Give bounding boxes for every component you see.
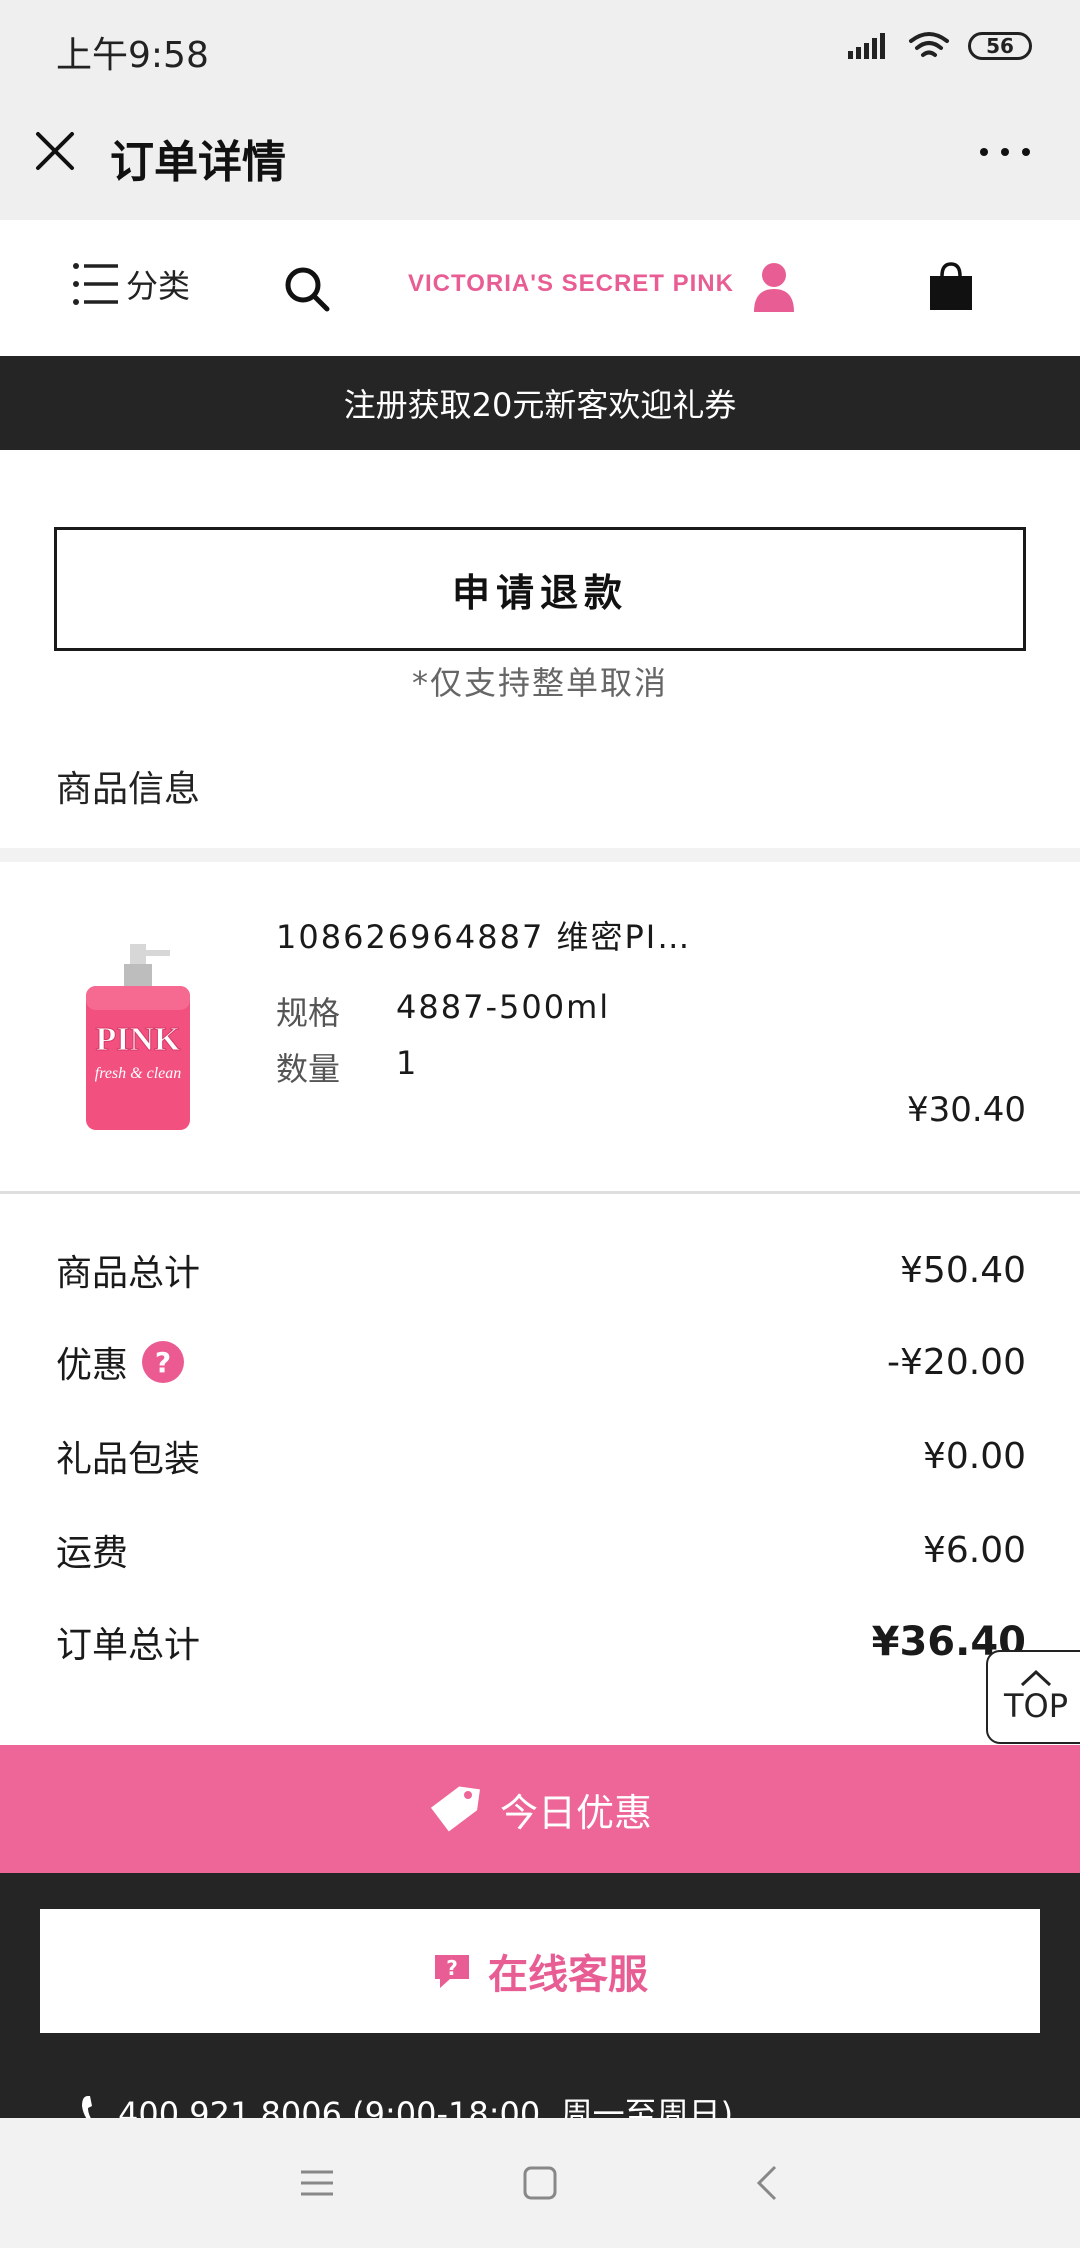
qty-label: 数量 [276, 1050, 341, 1088]
back-to-top-button[interactable]: TOP [986, 1650, 1080, 1744]
title-bar: 订单详情 [0, 96, 1080, 220]
recent-apps-button[interactable] [292, 2158, 342, 2208]
menu-icon [73, 263, 118, 305]
search-icon[interactable] [282, 264, 332, 314]
phone-icon [82, 2096, 96, 2118]
product-image[interactable]: PINK fresh & clean [78, 942, 198, 1132]
category-menu-label: 分类 [126, 267, 191, 305]
section-divider [0, 848, 1080, 862]
home-button[interactable] [515, 2158, 565, 2208]
home-icon [523, 2166, 557, 2200]
qty-value: 1 [396, 1044, 419, 1082]
gift-wrap-row: 礼品包装 ¥0.00 [56, 1430, 1026, 1482]
brand-logo[interactable]: VICTORIA'S SECRET PINK [408, 270, 734, 298]
product-divider [0, 1191, 1080, 1194]
signal-icon [848, 33, 885, 59]
order-total-label: 订单总计 [56, 1625, 201, 1666]
page-title: 订单详情 [110, 137, 286, 188]
hotline[interactable]: 400 921 8006 (9:00-18:00, 周一至周日) [80, 2089, 733, 2118]
promo-banner[interactable]: 注册获取20元新客欢迎礼券 [0, 356, 1080, 450]
back-to-top-label: TOP [1003, 1687, 1069, 1725]
discount-row: 优惠 ? -¥20.00 [56, 1336, 1026, 1388]
shipping-row: 运费 ¥6.00 [56, 1524, 1026, 1576]
spec-value: 4887-500ml [396, 988, 611, 1026]
gift-wrap-value: ¥0.00 [922, 1435, 1026, 1477]
product-qty-row: 数量 1 [276, 1044, 418, 1090]
product-image-label: PINK [96, 1021, 182, 1058]
more-button[interactable] [970, 132, 1040, 172]
category-menu-button[interactable]: 分类 [72, 260, 190, 308]
account-icon[interactable] [752, 262, 796, 312]
status-icons: 56 [848, 30, 1032, 62]
close-icon [36, 132, 74, 170]
svg-text:?: ? [446, 1956, 458, 1980]
todays-deals-label: 今日优惠 [499, 1790, 652, 1835]
refund-note: *仅支持整单取消 [411, 664, 668, 702]
hotline-text: 400 921 8006 (9:00-18:00, 周一至周日) [118, 2095, 734, 2118]
product-price: ¥30.40 [907, 1090, 1026, 1130]
spec-label: 规格 [276, 994, 341, 1032]
back-button[interactable] [742, 2158, 792, 2208]
subtotal-label: 商品总计 [56, 1253, 201, 1294]
subtotal-value: ¥50.40 [900, 1249, 1026, 1291]
product-image-sublabel: fresh & clean [95, 1065, 182, 1082]
shipping-label: 运费 [56, 1533, 129, 1574]
product-name[interactable]: 108626964887 维密PI… [276, 912, 691, 958]
online-support-button[interactable]: ? 在线客服 [40, 1909, 1040, 2033]
system-nav-bar [0, 2118, 1080, 2248]
product-item[interactable]: PINK fresh & clean 108626964887 维密PI… 规格… [0, 862, 1080, 1192]
todays-deals-button[interactable]: 今日优惠 [0, 1745, 1080, 1873]
more-icon [980, 148, 1030, 156]
status-bar: 上午9:58 56 [0, 0, 1080, 96]
gift-wrap-label: 礼品包装 [56, 1439, 201, 1480]
product-spec-row: 规格 4887-500ml [276, 988, 610, 1034]
online-support-label: 在线客服 [488, 1952, 648, 1998]
order-total-row: 订单总计 ¥36.40 [56, 1616, 1026, 1668]
shopping-bag-icon[interactable] [926, 260, 976, 312]
close-button[interactable] [30, 126, 80, 176]
shipping-value: ¥6.00 [922, 1529, 1026, 1571]
product-info-heading: 商品信息 [56, 769, 201, 810]
store-nav: 分类 VICTORIA'S SECRET PINK [0, 220, 1080, 356]
wifi-icon [909, 32, 949, 57]
discount-value: -¥20.00 [887, 1341, 1026, 1383]
recent-apps-icon [301, 2170, 333, 2196]
refund-button[interactable]: 申请退款 [54, 527, 1026, 651]
back-icon [756, 2165, 777, 2201]
discount-label: 优惠 [56, 1345, 129, 1386]
help-icon[interactable]: ? [142, 1341, 185, 1383]
tag-icon [430, 1786, 480, 1832]
status-time: 上午9:58 [56, 35, 209, 76]
chevron-up-icon [1020, 1669, 1052, 1687]
chat-help-icon: ? [435, 1955, 469, 1988]
battery-icon: 56 [968, 32, 1032, 60]
footer: ? 在线客服 400 921 8006 (9:00-18:00, 周一至周日) [0, 1873, 1080, 2118]
subtotal-row: 商品总计 ¥50.40 [56, 1244, 1026, 1296]
